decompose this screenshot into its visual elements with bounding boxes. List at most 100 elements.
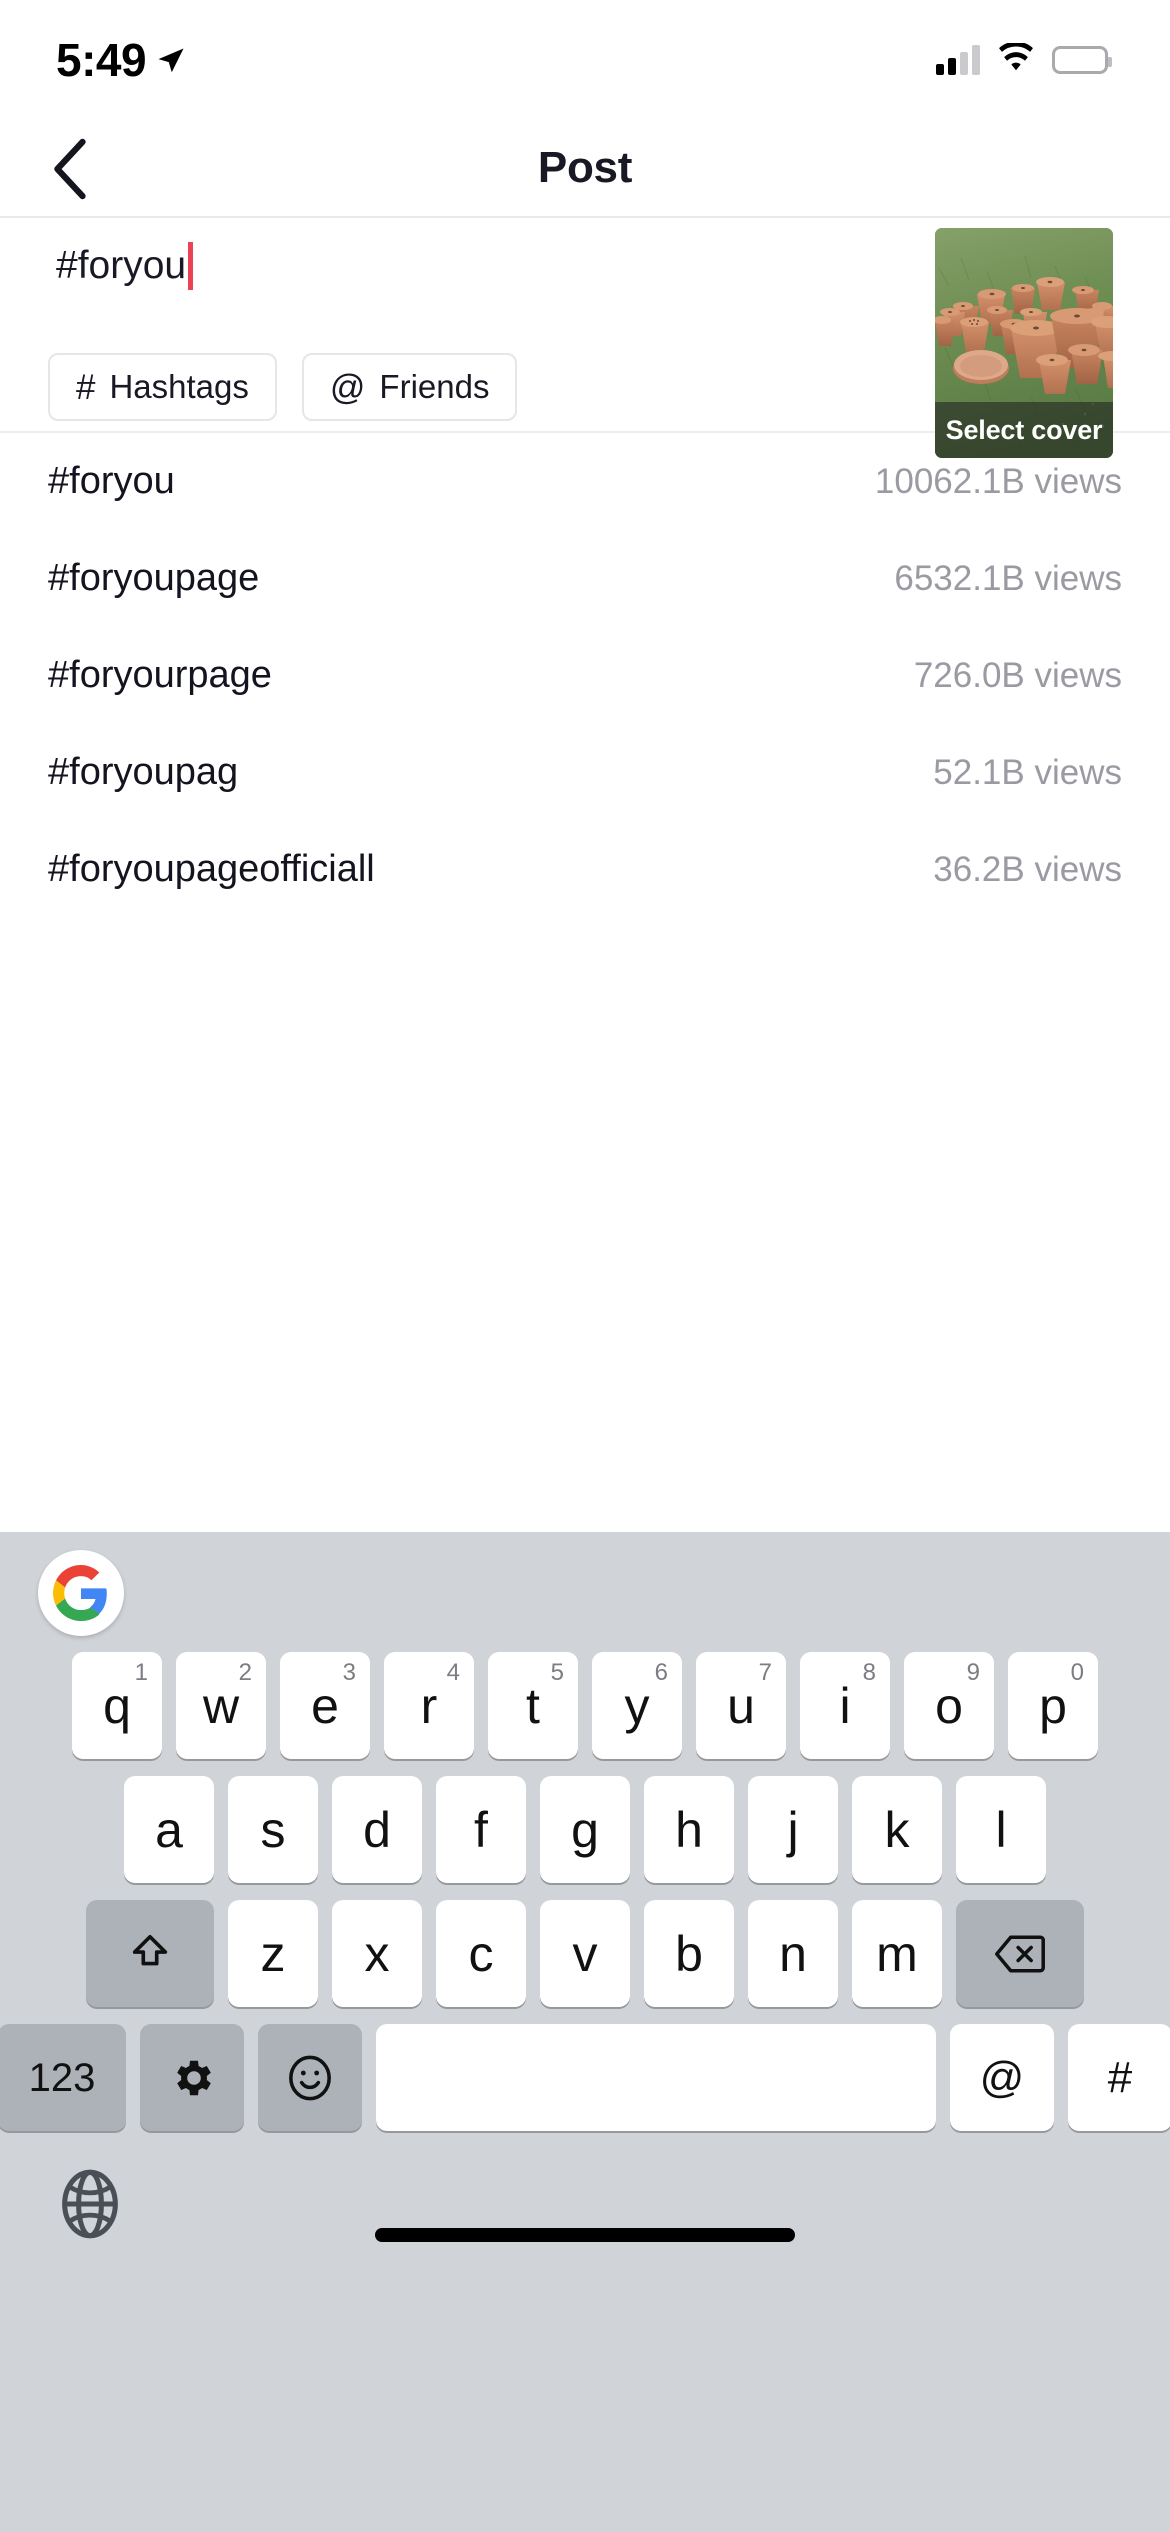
keyboard-suggestion-strip: [0, 1532, 1170, 1652]
key-k[interactable]: k: [852, 1776, 942, 1883]
key-y[interactable]: 6y: [592, 1652, 682, 1759]
emoji-key[interactable]: [258, 2024, 362, 2131]
globe-language-key[interactable]: [48, 2162, 132, 2246]
key-h[interactable]: h: [644, 1776, 734, 1883]
key-f-label: f: [474, 1801, 488, 1858]
key-g[interactable]: g: [540, 1776, 630, 1883]
key-r-number: 4: [446, 1659, 460, 1686]
key-y-label: y: [624, 1677, 650, 1734]
hashtags-chip[interactable]: # Hashtags: [48, 353, 277, 421]
key-s-label: s: [260, 1801, 286, 1858]
hashtag-views: 726.0B views: [913, 655, 1122, 695]
hash-icon: #: [76, 367, 96, 407]
hashtag-suggestion-row[interactable]: #foryoupag 52.1B views: [0, 724, 1170, 821]
key-m-label: m: [876, 1925, 918, 1982]
key-d-label: d: [363, 1801, 391, 1858]
nav-bar: Post: [0, 120, 1170, 218]
hashtag-suggestion-row[interactable]: #foryourpage 726.0B views: [0, 627, 1170, 724]
hash-key[interactable]: #: [1068, 2024, 1170, 2131]
hashtag-views: 36.2B views: [933, 849, 1122, 889]
keyboard-row-1: 1q 2w 3e 4r 5t 6y 7u 8i 9o 0p: [8, 1652, 1162, 1759]
location-arrow-icon: [156, 33, 186, 87]
key-o[interactable]: 9o: [904, 1652, 994, 1759]
key-x[interactable]: x: [332, 1900, 422, 2007]
friends-chip-label: Friends: [379, 368, 490, 405]
backspace-key[interactable]: [956, 1900, 1084, 2007]
google-g-logo-icon[interactable]: [38, 1550, 124, 1636]
key-u-number: 7: [758, 1659, 772, 1686]
at-icon: @: [329, 367, 366, 407]
compose-chip-row: # Hashtags @ Friends: [48, 353, 518, 421]
key-d[interactable]: d: [332, 1776, 422, 1883]
caption-text: #foryou: [56, 244, 187, 287]
compose-section: #foryou # Hashtags @ Friends Select cove…: [0, 218, 1170, 458]
gear-icon: [177, 2060, 211, 2095]
backspace-icon: [995, 1935, 1045, 1972]
status-time-group: 5:49: [56, 33, 186, 87]
video-thumbnail[interactable]: Select cover: [935, 228, 1113, 458]
hashtag-views: 6532.1B views: [894, 558, 1122, 598]
smiley-face-icon: [289, 2055, 331, 2100]
wifi-icon: [997, 41, 1035, 78]
key-c-label: c: [468, 1925, 494, 1982]
key-r[interactable]: 4r: [384, 1652, 474, 1759]
shift-key[interactable]: [86, 1900, 214, 2007]
keyboard-row-3: z x c v b n m: [8, 1900, 1162, 2007]
key-v[interactable]: v: [540, 1900, 630, 2007]
hashtag-suggestion-row[interactable]: #foryoupage 6532.1B views: [0, 530, 1170, 627]
friends-chip[interactable]: @ Friends: [301, 353, 518, 421]
status-right-group: [936, 41, 1112, 78]
key-c[interactable]: c: [436, 1900, 526, 2007]
numeric-layout-label: 123: [28, 2055, 96, 2100]
keyboard-row-2: a s d f g h j k l: [8, 1776, 1162, 1883]
key-m[interactable]: m: [852, 1900, 942, 2007]
key-n[interactable]: n: [748, 1900, 838, 2007]
key-j-label: j: [787, 1801, 799, 1858]
key-u[interactable]: 7u: [696, 1652, 786, 1759]
key-i[interactable]: 8i: [800, 1652, 890, 1759]
status-bar: 5:49: [0, 0, 1170, 120]
key-o-label: o: [935, 1677, 963, 1734]
key-p[interactable]: 0p: [1008, 1652, 1098, 1759]
back-button[interactable]: [24, 120, 114, 218]
key-b[interactable]: b: [644, 1900, 734, 2007]
key-e-number: 3: [342, 1659, 356, 1686]
key-x-label: x: [364, 1925, 390, 1982]
hashtag-suggestion-row[interactable]: #foryoupageofficiall 36.2B views: [0, 821, 1170, 918]
key-q-label: q: [103, 1677, 131, 1734]
on-screen-keyboard: 1q 2w 3e 4r 5t 6y 7u 8i 9o 0p a s d f g …: [0, 1532, 1170, 2532]
key-g-label: g: [571, 1801, 599, 1858]
shift-arrow-icon: [132, 1934, 168, 1965]
at-key[interactable]: @: [950, 2024, 1054, 2131]
caption-input[interactable]: #foryou: [56, 240, 836, 292]
key-k-label: k: [884, 1801, 910, 1858]
key-l[interactable]: l: [956, 1776, 1046, 1883]
key-q[interactable]: 1q: [72, 1652, 162, 1759]
key-w-label: w: [202, 1677, 240, 1734]
numeric-layout-key[interactable]: 123: [0, 2024, 126, 2131]
key-e[interactable]: 3e: [280, 1652, 370, 1759]
key-r-label: r: [420, 1677, 438, 1734]
settings-key[interactable]: [140, 2024, 244, 2131]
key-t-number: 5: [550, 1659, 564, 1686]
key-s[interactable]: s: [228, 1776, 318, 1883]
space-key[interactable]: [376, 2024, 936, 2131]
keyboard-row-4: 123 @ #: [0, 2024, 1170, 2131]
keyboard-key-rows: 1q 2w 3e 4r 5t 6y 7u 8i 9o 0p a s d f g …: [0, 1652, 1170, 2131]
key-p-label: p: [1039, 1677, 1067, 1734]
key-w[interactable]: 2w: [176, 1652, 266, 1759]
key-u-label: u: [727, 1677, 755, 1734]
key-j[interactable]: j: [748, 1776, 838, 1883]
hashtag-suggestion-row[interactable]: #foryou 10062.1B views: [0, 433, 1170, 530]
hashtags-chip-label: Hashtags: [109, 368, 249, 405]
text-caret: [188, 242, 194, 290]
home-indicator: [375, 2228, 795, 2242]
keyboard-bottom-row: [0, 2148, 1170, 2268]
key-a[interactable]: a: [124, 1776, 214, 1883]
app-screen: 5:49 Post #foryou # Hashtags @ Friends S…: [0, 0, 1170, 2532]
battery-full-icon: [1052, 46, 1112, 74]
key-f[interactable]: f: [436, 1776, 526, 1883]
key-z[interactable]: z: [228, 1900, 318, 2007]
hashtag-suggestion-list: #foryou 10062.1B views #foryoupage 6532.…: [0, 433, 1170, 918]
key-t[interactable]: 5t: [488, 1652, 578, 1759]
